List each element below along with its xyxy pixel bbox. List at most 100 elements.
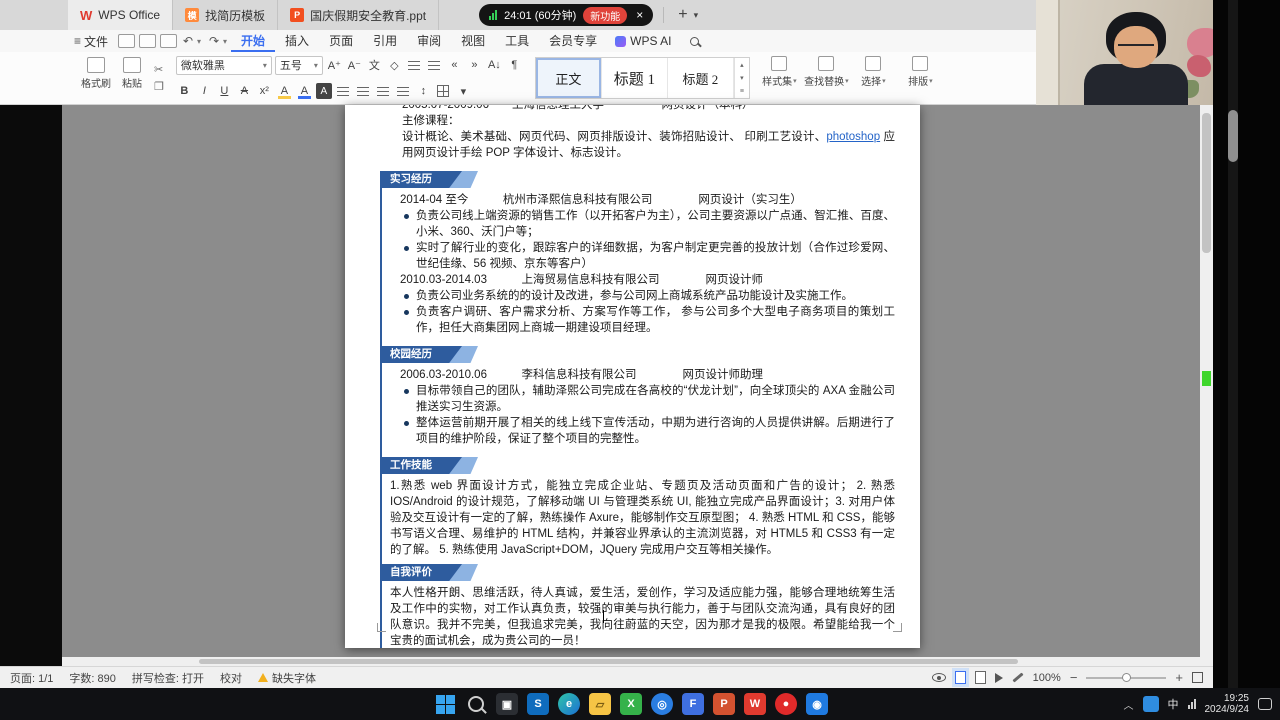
start-button[interactable] [434, 693, 456, 715]
vertical-scrollbar[interactable] [1200, 105, 1213, 666]
cut-icon[interactable]: ✂ [154, 63, 164, 76]
paragraph-mark-button[interactable]: ¶ [506, 56, 523, 74]
notification-center-icon[interactable] [1258, 698, 1272, 710]
menu-tab-home[interactable]: 开始 [231, 30, 275, 52]
search-icon[interactable] [690, 37, 699, 46]
character-shading-button[interactable]: A [316, 83, 332, 99]
select-button[interactable]: 选择▾ [850, 56, 897, 104]
new-tab-button[interactable]: + [674, 6, 691, 24]
strikethrough-button[interactable]: A [236, 82, 253, 100]
clear-format-button[interactable]: ◇ [386, 56, 403, 74]
menu-tab-tools[interactable]: 工具 [495, 30, 539, 52]
font-size-select[interactable]: 五号 ▾ [275, 56, 323, 75]
spell-check-status[interactable]: 拼写检查: 打开 [132, 670, 204, 686]
print-preview-icon[interactable] [160, 34, 177, 48]
gallery-down-icon[interactable]: ▾ [735, 71, 749, 84]
italic-button[interactable]: I [196, 82, 213, 100]
hamburger-icon[interactable]: ≡ [74, 34, 81, 48]
borders-button[interactable] [435, 82, 452, 100]
eye-protect-icon[interactable] [932, 673, 946, 682]
missing-font-warning[interactable]: 缺失字体 [258, 670, 316, 686]
tray-app-icon[interactable] [1143, 696, 1159, 712]
align-left-button[interactable] [335, 82, 352, 100]
horizontal-scrollbar-thumb[interactable] [199, 659, 1018, 664]
proofread-status[interactable]: 校对 [220, 670, 242, 686]
menu-tab-insert[interactable]: 插入 [275, 30, 319, 52]
bullet-list-button[interactable] [406, 56, 423, 74]
increase-font-button[interactable]: A⁺ [326, 56, 343, 74]
number-list-button[interactable] [426, 56, 443, 74]
text-effect-button[interactable]: 文 [366, 56, 383, 74]
word-count-status[interactable]: 字数: 890 [69, 670, 115, 686]
wps-app-icon[interactable]: W [744, 693, 766, 715]
font-color-button[interactable]: A [296, 82, 313, 100]
green-app-icon[interactable]: X [620, 693, 642, 715]
zoom-slider[interactable] [1086, 677, 1166, 679]
indent-button[interactable]: » [466, 56, 483, 74]
style-heading2[interactable]: 标题 2 [668, 58, 734, 98]
ime-indicator[interactable]: 中 [1168, 696, 1179, 712]
menu-file[interactable]: 文件 [84, 33, 116, 50]
tab-list-chevron-icon[interactable]: ▾ [692, 10, 701, 21]
align-right-button[interactable] [375, 82, 392, 100]
taskbar-search-button[interactable] [465, 693, 487, 715]
undo-chevron-icon[interactable]: ▾ [197, 37, 205, 46]
outer-scrollbar-track[interactable] [1228, 0, 1238, 688]
outer-scrollbar-thumb[interactable] [1228, 110, 1238, 162]
recording-close-icon[interactable]: × [636, 8, 643, 22]
page-view-icon[interactable] [955, 671, 966, 684]
decrease-font-button[interactable]: A⁻ [346, 56, 363, 74]
compose-button[interactable]: 排版▾ [897, 56, 944, 104]
taskbar-clock[interactable]: 19:25 2024/9/24 [1205, 693, 1250, 715]
recording-timer-pill[interactable]: 24:01 (60分钟) 新功能 × [479, 4, 653, 26]
print-icon[interactable] [139, 34, 156, 48]
paste-button[interactable]: 粘贴 [114, 52, 150, 104]
zoom-out-button[interactable]: − [1070, 670, 1078, 685]
page-count-status[interactable]: 页面: 1/1 [10, 670, 53, 686]
bold-button[interactable]: B [176, 82, 193, 100]
network-icon[interactable] [1188, 699, 1196, 709]
menu-tab-reference[interactable]: 引用 [363, 30, 407, 52]
pen-icon[interactable] [1012, 672, 1023, 682]
underline-button[interactable]: U [216, 82, 233, 100]
highlight-color-button[interactable]: A [276, 82, 293, 100]
photos-app-icon[interactable]: ◉ [806, 693, 828, 715]
redo-icon[interactable]: ↷ [205, 34, 223, 48]
task-view-button[interactable]: ▣ [496, 693, 518, 715]
sort-button[interactable]: A↓ [486, 56, 503, 74]
browser-app-icon[interactable]: ◎ [651, 693, 673, 715]
align-center-button[interactable] [355, 82, 372, 100]
menu-tab-page[interactable]: 页面 [319, 30, 363, 52]
style-set-button[interactable]: 样式集▾ [756, 56, 803, 104]
tab-ppt-document[interactable]: P 国庆假期安全教育.ppt [278, 0, 439, 30]
photoshop-link[interactable]: photoshop [826, 131, 880, 143]
tray-expand-icon[interactable]: ︿ [1124, 697, 1134, 712]
edge-browser-icon[interactable]: e [558, 693, 580, 715]
style-heading1[interactable]: 标题 1 [602, 58, 668, 98]
gallery-up-icon[interactable]: ▴ [735, 58, 749, 71]
fit-page-icon[interactable] [1192, 672, 1203, 683]
copy-icon[interactable]: ❐ [154, 80, 164, 93]
horizontal-scrollbar[interactable] [62, 657, 1200, 666]
gallery-more-icon[interactable]: ≡ [735, 85, 749, 98]
file-explorer-icon[interactable]: ▱ [589, 693, 611, 715]
superscript-button[interactable]: x² [256, 82, 273, 100]
tab-wps-home[interactable]: W WPS Office [68, 0, 173, 30]
outdent-button[interactable]: « [446, 56, 463, 74]
save-icon[interactable] [118, 34, 135, 48]
line-spacing-button[interactable]: ↕ [415, 82, 432, 100]
find-replace-button[interactable]: 查找替换▾ [803, 56, 850, 104]
wps-ai-button[interactable]: WPS AI [607, 34, 679, 48]
zoom-percent[interactable]: 100% [1033, 672, 1061, 684]
vertical-scrollbar-thumb[interactable] [1202, 113, 1211, 253]
menu-tab-review[interactable]: 审阅 [407, 30, 451, 52]
zoom-in-button[interactable]: + [1175, 670, 1183, 685]
menu-tab-view[interactable]: 视图 [451, 30, 495, 52]
format-painter-button[interactable]: 格式刷 [78, 52, 114, 104]
powerpoint-icon[interactable]: P [713, 693, 735, 715]
red-app-icon[interactable]: ● [775, 693, 797, 715]
document-page[interactable]: 2005.07-2009.06 上海信息理工大学 网页设计（本科） 主修课程： … [345, 105, 920, 648]
style-normal[interactable]: 正文 [536, 58, 602, 98]
tab-docer-template[interactable]: 模 找简历模板 [173, 0, 278, 30]
font-name-select[interactable]: 微软雅黑 ▾ [176, 56, 272, 75]
